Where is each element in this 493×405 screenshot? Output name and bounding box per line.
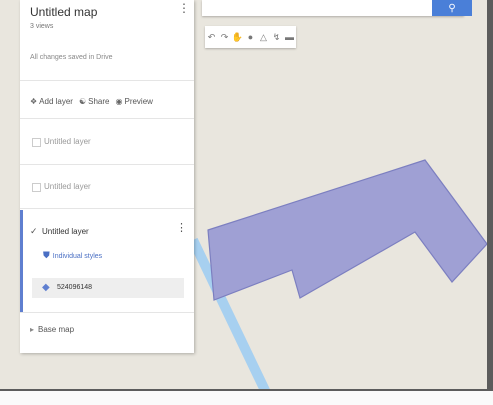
hand-icon[interactable]: ✋ [231,26,244,48]
route-icon[interactable]: ↯ [270,26,283,48]
divider [20,312,194,313]
layer-checkbox[interactable] [32,183,41,192]
window-bottom-bar [0,389,493,405]
search-button[interactable]: ⚲ [432,0,472,16]
share-button[interactable]: ☯ Share [79,97,110,106]
preview-icon: ◉ [115,97,123,106]
undo-icon[interactable]: ↶ [205,26,218,48]
layer-label: Untitled layer [44,137,91,146]
polygon-icon[interactable]: △ [257,26,270,48]
more-vert-icon[interactable]: ⋮ [176,223,187,234]
map-editor-window: ⚲ ↶ ↷ ✋ ● △ ↯ ▬ Untitled map 3 views ⋮ A… [0,0,493,405]
layer-checkbox-checked[interactable]: ✓ [30,226,38,237]
ruler-icon[interactable]: ▬ [283,26,296,48]
polygon-feature[interactable] [207,159,488,301]
view-count: 3 views [30,23,54,30]
redo-icon[interactable]: ↷ [218,26,231,48]
layer-label: Untitled layer [44,182,91,191]
marker-icon[interactable]: ● [244,26,257,48]
paint-icon: ⛊ [43,250,50,260]
divider [20,208,194,209]
search-icon: ⚲ [448,2,456,14]
feature-label: 524096148 [57,284,93,291]
share-icon: ☯ [78,97,87,106]
add-layer-icon: ❖ [30,97,38,106]
more-vert-icon[interactable]: ⋮ [178,2,190,14]
map-toolbar: ↶ ↷ ✋ ● △ ↯ ▬ [205,26,296,48]
shape-icon: ◆ [42,282,50,293]
divider [20,80,194,81]
save-status: All changes saved in Drive [30,54,113,61]
feature-row[interactable]: ◆ 524096148 [32,278,184,298]
layer-label: Untitled layer [42,227,89,236]
add-layer-button[interactable]: ❖ Add layer [30,97,73,106]
panel-actions: ❖ Add layer ☯ Share ◉ Preview [30,97,153,106]
divider [20,164,194,165]
preview-button[interactable]: ◉ Preview [116,97,153,106]
layers-panel: Untitled map 3 views ⋮ All changes saved… [20,0,194,353]
window-edge [487,0,493,405]
divider [20,118,194,119]
base-map-toggle[interactable]: ▸ Base map [30,325,74,334]
map-title[interactable]: Untitled map [30,5,97,19]
layer-checkbox[interactable] [32,138,41,147]
expand-icon: ▸ [30,325,35,334]
search-input[interactable] [202,0,464,16]
individual-styles-link[interactable]: ⛊ Individual styles [43,250,102,261]
